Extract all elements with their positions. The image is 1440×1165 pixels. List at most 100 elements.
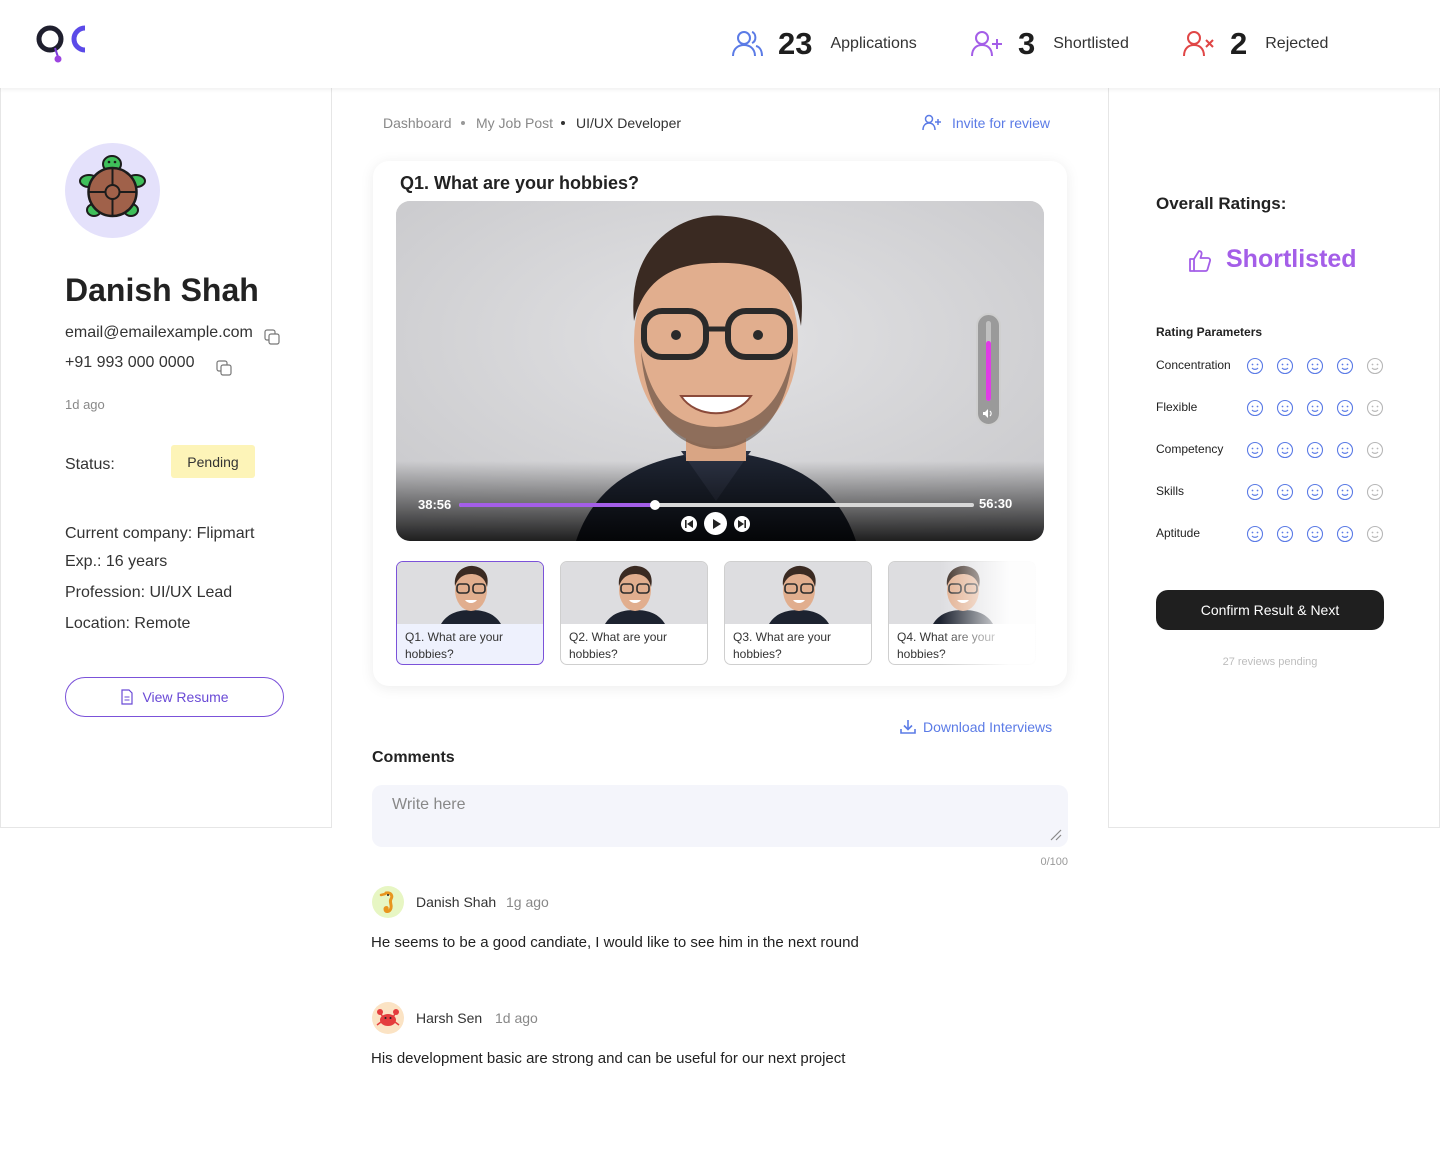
crab-icon [376,1009,400,1026]
interviewee-video-frame [396,201,1044,541]
comment-text: He seems to be a good candiate, I would … [371,934,859,951]
smiley-rating-icon[interactable] [1366,483,1384,501]
stat-applications[interactable]: 23 Applications [730,24,917,64]
smiley-rating-icon[interactable] [1336,441,1354,459]
rating-parameter-label: Aptitude [1156,526,1201,540]
confirm-result-next-button[interactable]: Confirm Result & Next [1156,590,1384,630]
breadcrumb-my-job-post[interactable]: My Job Post [476,115,553,131]
smiley-rating-icon[interactable] [1366,399,1384,417]
stat-rejected[interactable]: 2 Rejected [1182,24,1328,64]
thumbnail-fade-overlay [940,545,1040,680]
document-icon [121,689,134,705]
volume-fill [986,341,991,401]
smiley-rating-icon[interactable] [1306,357,1324,375]
invite-for-review-link[interactable]: Invite for review [922,114,1050,132]
question-thumbnail[interactable]: Q1. What are your hobbies? [396,561,544,665]
copy-email-icon[interactable] [264,329,280,345]
rejected-count: 2 [1230,26,1248,61]
question-thumbnail[interactable]: Q2. What are your hobbies? [560,561,708,665]
rating-parameter-label: Concentration [1156,358,1231,372]
smiley-rating-icon[interactable] [1276,483,1294,501]
resize-handle-icon[interactable] [1050,829,1062,841]
thumbnail-image [725,562,871,624]
comment-time: 1g ago [506,894,549,910]
smiley-rating-icon[interactable] [1246,441,1264,459]
qc-logo[interactable] [36,20,96,64]
thumbnail-image [561,562,707,624]
previous-button[interactable] [681,516,697,532]
volume-icon[interactable] [982,408,995,419]
comment-placeholder: Write here [392,796,466,813]
comment-text: His development basic are strong and can… [371,1050,846,1067]
candidate-phone: +91 993 000 0000 [65,354,195,371]
copy-phone-icon[interactable] [216,360,232,376]
candidate-panel [0,88,332,828]
seahorse-icon [379,891,394,913]
candidate-email: email@emailexample.com [65,324,253,341]
volume-track [986,321,991,401]
smiley-rating-icon[interactable] [1306,399,1324,417]
comment-author: Danish Shah [416,894,497,910]
smiley-rating-icon[interactable] [1246,525,1264,543]
applications-label: Applications [830,35,917,52]
smiley-rating-icon[interactable] [1366,357,1384,375]
smiley-rating-icon[interactable] [1246,399,1264,417]
next-button[interactable] [734,516,750,532]
breadcrumb-separator [561,121,565,125]
stat-shortlisted[interactable]: 3 Shortlisted [970,24,1129,64]
question-title: Q1. What are your hobbies? [400,173,640,193]
user-plus-icon [922,114,941,131]
progress-track[interactable] [459,500,974,510]
volume-slider[interactable] [976,313,1001,426]
play-button[interactable] [704,512,727,535]
smiley-rating-icon[interactable] [1246,483,1264,501]
smiley-rating-icon[interactable] [1366,441,1384,459]
overall-ratings-title: Overall Ratings: [1156,194,1287,213]
smiley-rating-icon[interactable] [1306,525,1324,543]
view-resume-button[interactable]: View Resume [65,677,284,717]
candidate-time-ago: 1d ago [65,397,105,412]
smiley-rating-icon[interactable] [1276,399,1294,417]
video-player[interactable]: 38:56 56:30 [396,201,1044,541]
smiley-rating-icon[interactable] [1366,525,1384,543]
smiley-rating-icon[interactable] [1306,483,1324,501]
comments-title: Comments [372,749,455,766]
smiley-rating-icon[interactable] [1246,357,1264,375]
smiley-rating-icon[interactable] [1276,525,1294,543]
thumbnail-image [397,562,543,624]
status-label: Status: [65,456,115,473]
user-plus-icon [971,31,1002,57]
rating-parameters-title: Rating Parameters [1156,325,1263,339]
rating-parameter-label: Competency [1156,442,1224,456]
smiley-rating-icon[interactable] [1336,483,1354,501]
progress-knob[interactable] [649,500,660,510]
comment-avatar [372,1002,404,1034]
candidate-name: Danish Shah [65,272,259,308]
rating-parameter-label: Flexible [1156,400,1198,414]
smiley-rating-icon[interactable] [1306,441,1324,459]
play-icon [712,518,721,529]
smiley-rating-icon[interactable] [1336,525,1354,543]
question-thumbnail[interactable]: Q3. What are your hobbies? [724,561,872,665]
breadcrumb-dashboard[interactable]: Dashboard [383,115,452,131]
current-company: Current company: Flipmart [65,525,255,542]
rejected-label: Rejected [1265,35,1329,52]
thumbnail-caption: Q1. What are your hobbies? [405,630,504,661]
comment-author: Harsh Sen [416,1010,483,1026]
shortlisted-count: 3 [1018,26,1036,61]
smiley-rating-icon[interactable] [1276,357,1294,375]
overall-result: Shortlisted [1226,245,1357,273]
download-interviews-link[interactable]: Download Interviews [900,719,1052,735]
comment-avatar [372,886,404,918]
thumbnail-caption: Q3. What are your hobbies? [733,630,832,661]
smiley-rating-icon[interactable] [1336,357,1354,375]
experience: Exp.: 16 years [65,553,168,570]
view-resume-label: View Resume [142,689,229,705]
current-time: 38:56 [418,497,452,512]
smiley-rating-icon[interactable] [1336,399,1354,417]
thumbs-up-icon [1189,250,1212,272]
profession: Profession: UI/UX Lead [65,584,233,601]
comment-input[interactable] [372,785,1068,847]
location: Location: Remote [65,615,191,632]
smiley-rating-icon[interactable] [1276,441,1294,459]
